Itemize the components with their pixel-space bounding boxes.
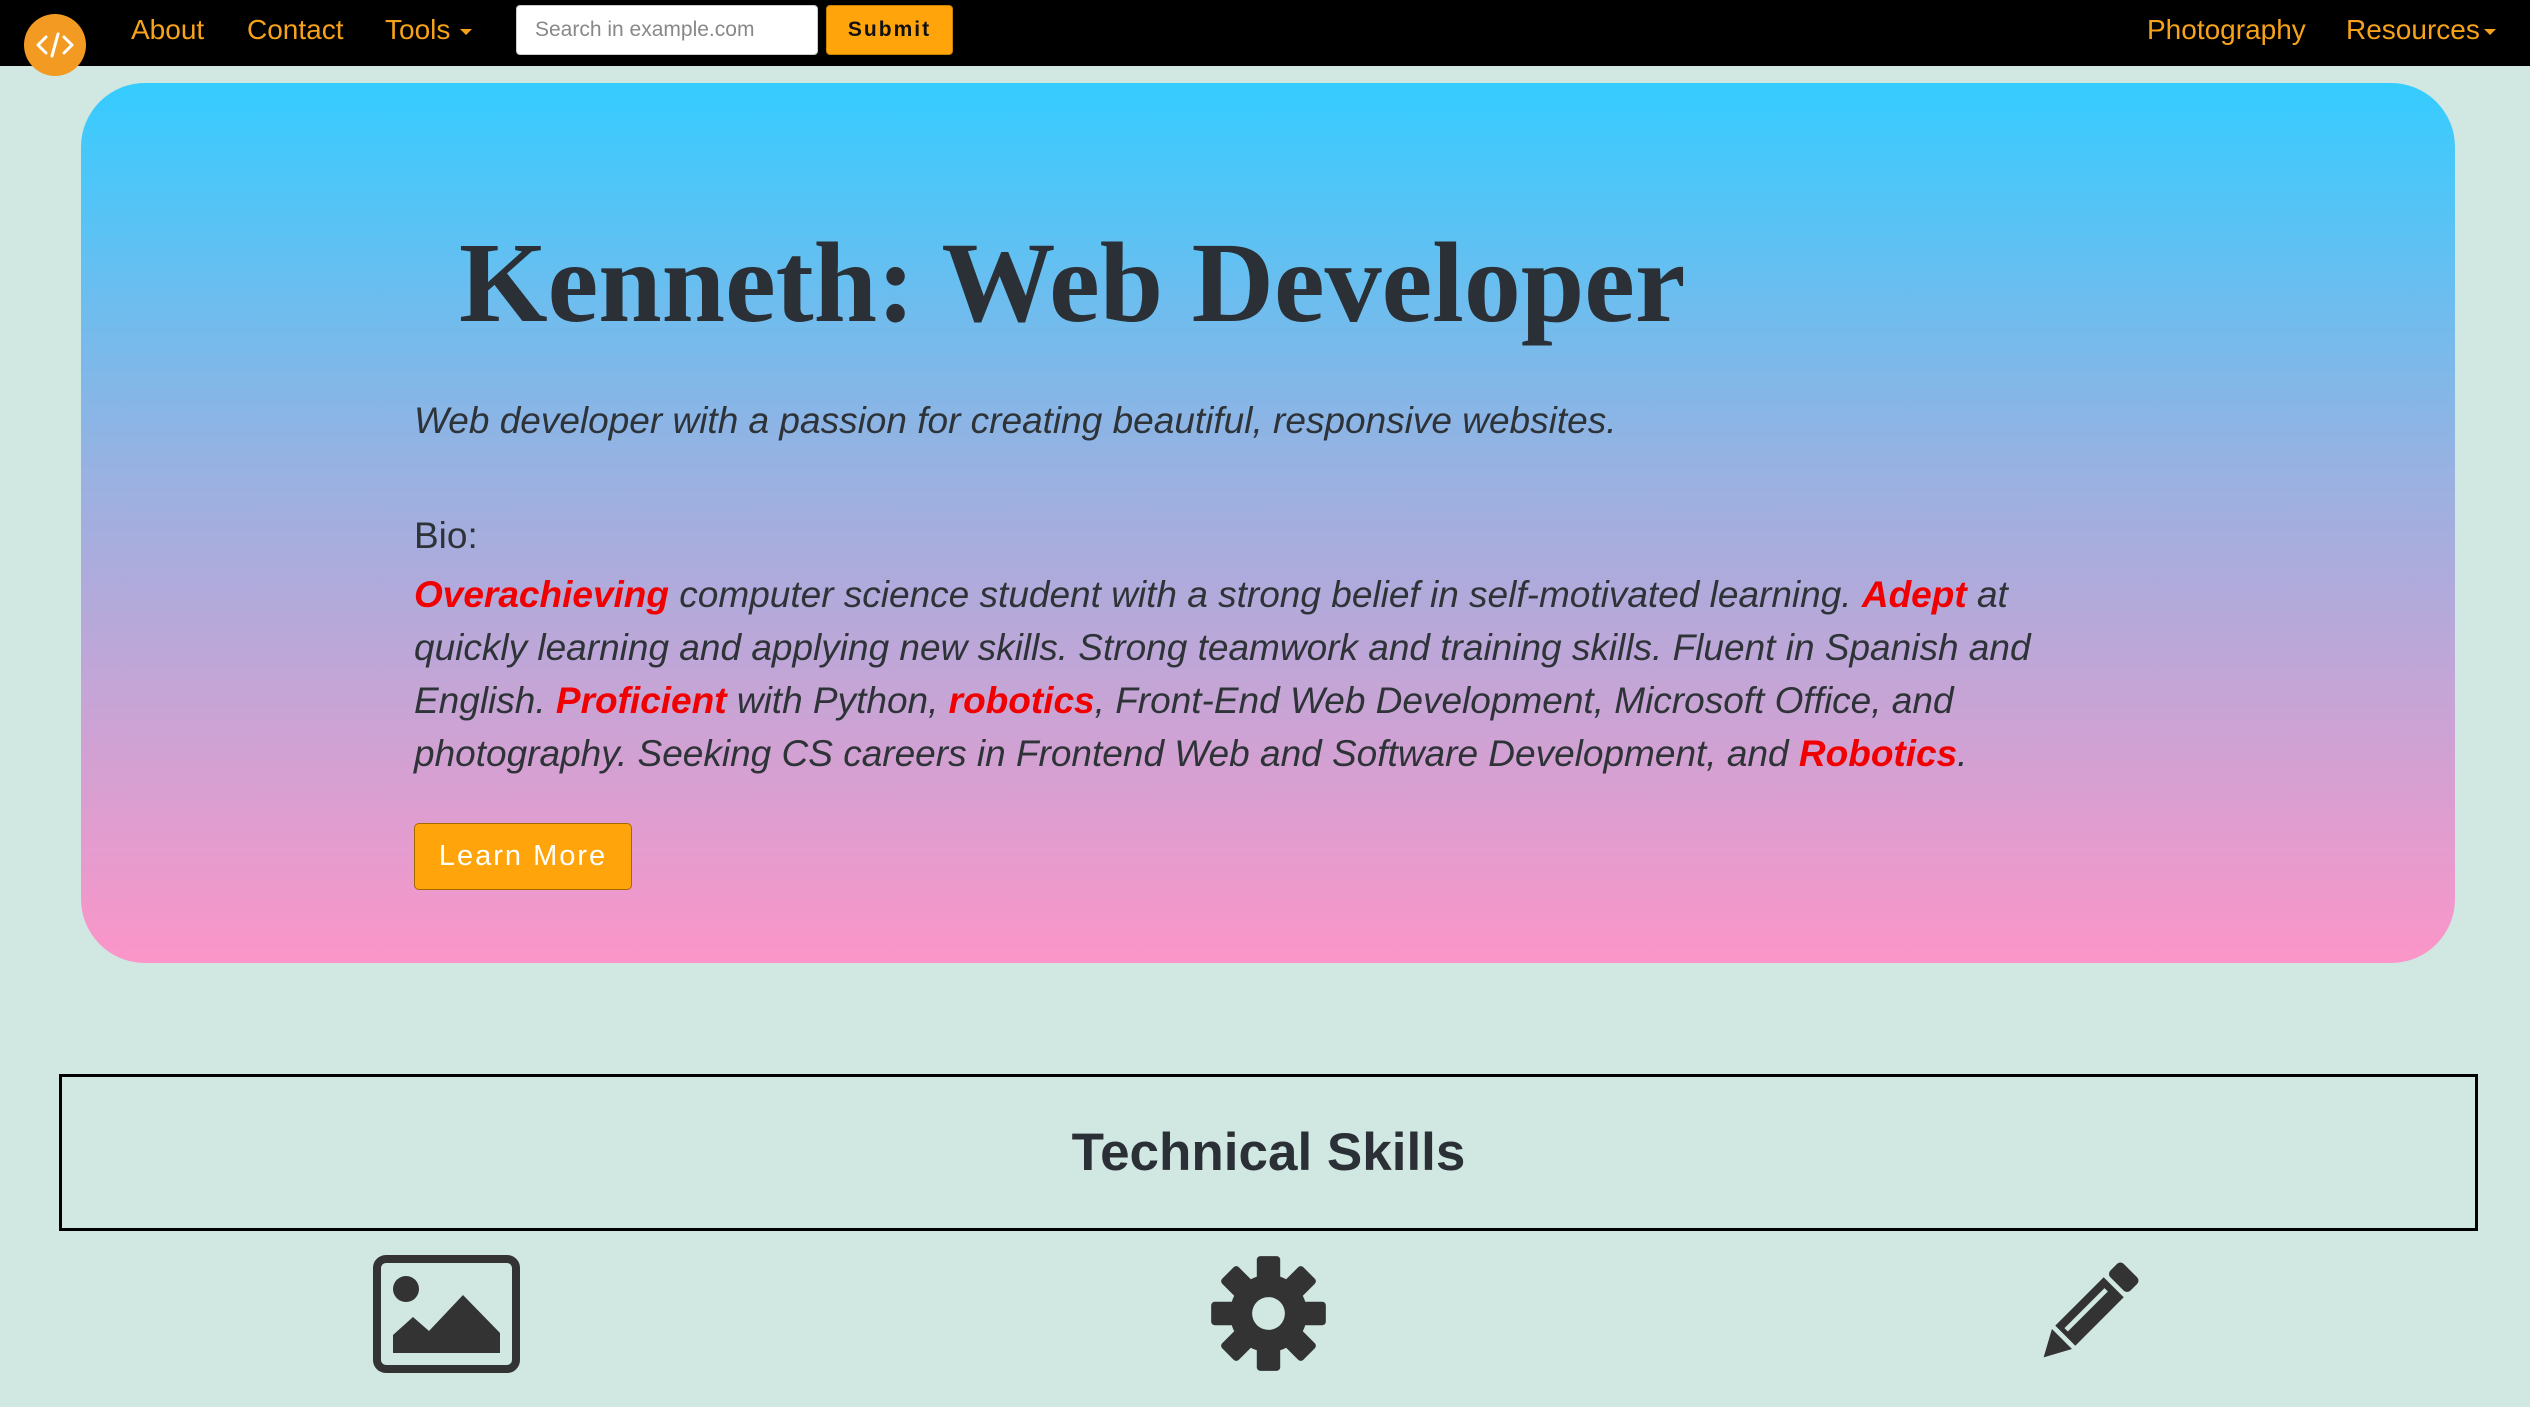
hero-section: Kenneth: Web Developer Web developer wit… — [81, 83, 2455, 963]
page-title: Kenneth: Web Developer — [459, 219, 1686, 346]
bio-segment: with Python, — [726, 680, 949, 721]
bio-highlight: Adept — [1861, 574, 1967, 615]
section-title: Technical Skills — [1071, 1123, 1466, 1182]
nav-link-photography[interactable]: Photography — [2147, 12, 2306, 48]
code-logo-icon[interactable] — [24, 14, 86, 76]
technical-skills-header: Technical Skills — [59, 1074, 2478, 1231]
nav-dropdown-tools-label: Tools — [385, 14, 451, 45]
nav-dropdown-resources-label: Resources — [2346, 14, 2480, 45]
gear-icon — [1210, 1255, 1327, 1377]
nav-link-about[interactable]: About — [131, 12, 204, 48]
navbar: About Contact Tools Submit Photography R… — [0, 0, 2530, 76]
bio-segment: . — [1957, 733, 1968, 774]
nav-dropdown-resources[interactable]: Resources — [2346, 12, 2496, 48]
chevron-down-icon — [2483, 28, 2496, 35]
bio-text: Overachieving computer science student w… — [414, 568, 2114, 780]
image-icon — [373, 1255, 520, 1378]
bio-highlight: Overachieving — [414, 574, 670, 615]
bio-highlight: Robotics — [1798, 733, 1958, 774]
bio-highlight: robotics — [948, 680, 1095, 721]
learn-more-button[interactable]: Learn More — [414, 823, 632, 890]
nav-link-contact[interactable]: Contact — [247, 12, 344, 48]
search-input[interactable] — [516, 5, 818, 55]
hero-tagline: Web developer with a passion for creatin… — [414, 400, 1617, 441]
pencil-icon — [2028, 1255, 2146, 1378]
submit-button[interactable]: Submit — [826, 5, 953, 55]
chevron-down-icon — [460, 28, 473, 35]
bio-highlight: Proficient — [555, 680, 727, 721]
nav-dropdown-tools[interactable]: Tools — [385, 12, 473, 48]
bio-label: Bio: — [414, 515, 478, 556]
bio-segment: computer science student with a strong b… — [669, 574, 1862, 615]
